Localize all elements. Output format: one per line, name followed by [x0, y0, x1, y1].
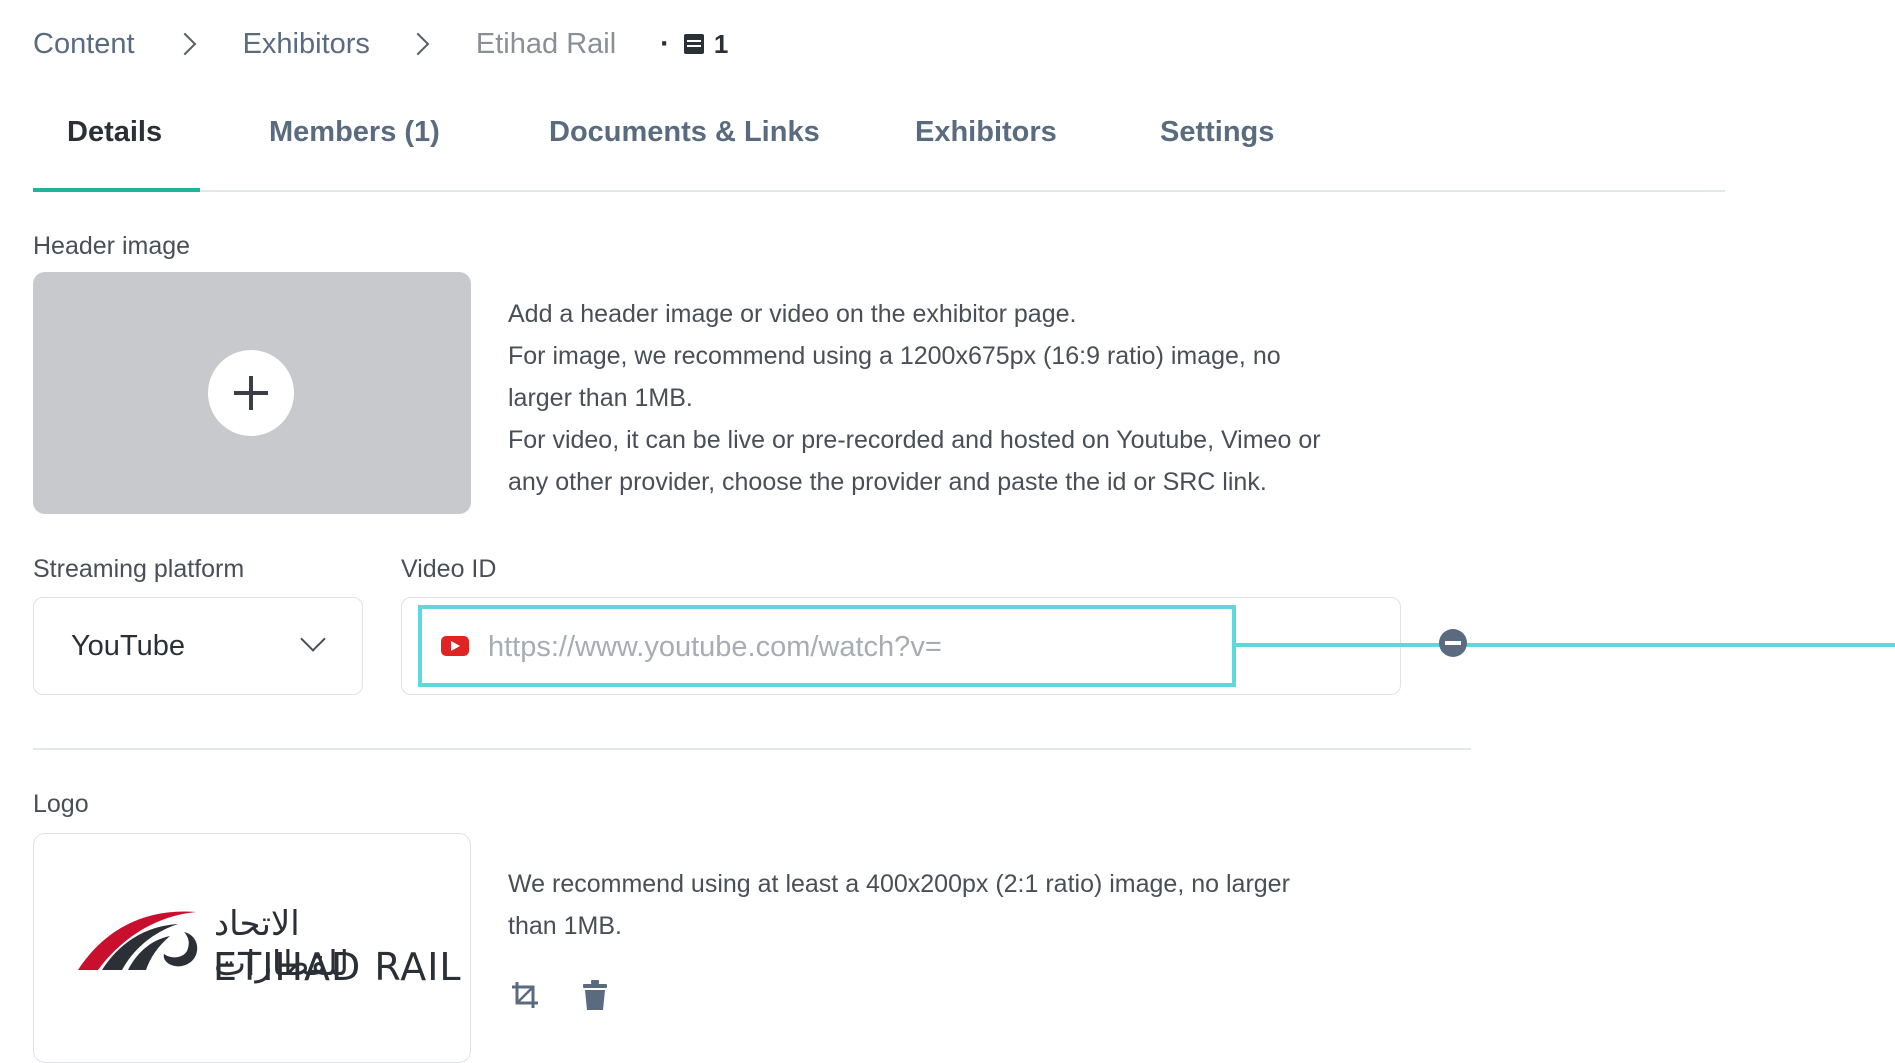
plus-icon[interactable]: [208, 350, 294, 436]
etihad-rail-logo-mark: [78, 911, 198, 970]
streaming-platform-label: Streaming platform: [33, 555, 245, 583]
breadcrumb-dot: ·: [660, 27, 670, 60]
description-line: any other provider, choose the provider …: [508, 468, 1267, 496]
trash-icon[interactable]: [582, 980, 608, 1010]
tab-documents-links[interactable]: Documents & Links: [549, 116, 820, 149]
logo-label: Logo: [33, 790, 89, 818]
chevron-right-icon: [173, 32, 196, 56]
section-divider: [33, 748, 1471, 750]
tab-bar: Details Members (1) Documents & Links Ex…: [33, 108, 1725, 192]
description-line: larger than 1MB.: [508, 384, 693, 412]
breadcrumb-exhibitors-link[interactable]: Exhibitors: [243, 28, 370, 61]
description-line: Add a header image or video on the exhib…: [508, 300, 1077, 328]
description-line: than 1MB.: [508, 912, 622, 940]
description-line: For image, we recommend using a 1200x675…: [508, 342, 1281, 370]
tab-exhibitors[interactable]: Exhibitors: [915, 116, 1057, 149]
streaming-platform-value: YouTube: [71, 630, 185, 662]
logo-latin-text: ETIHAD RAIL: [213, 945, 462, 989]
video-id-label: Video ID: [401, 555, 497, 583]
tab-details[interactable]: Details: [67, 116, 162, 149]
callout-line: [1236, 643, 1895, 647]
video-id-input[interactable]: [488, 625, 1208, 669]
chevron-down-icon: [300, 626, 326, 652]
tab-members[interactable]: Members (1): [269, 116, 440, 149]
list-icon: [683, 34, 704, 54]
tab-settings[interactable]: Settings: [1160, 116, 1274, 149]
logo-preview[interactable]: الاتحاد للقطارات ETIHAD RAIL: [33, 833, 471, 1063]
crop-icon[interactable]: [510, 980, 540, 1010]
header-image-label: Header image: [33, 232, 191, 260]
header-image-upload[interactable]: [33, 272, 471, 514]
header-image-description: Add a header image or video on the exhib…: [508, 293, 1321, 503]
info-icon[interactable]: [1439, 629, 1467, 657]
breadcrumb-content-link[interactable]: Content: [33, 28, 135, 61]
streaming-platform-select[interactable]: YouTube: [33, 597, 363, 695]
breadcrumb-current: Etihad Rail: [475, 27, 617, 60]
description-line: For video, it can be live or pre-recorde…: [508, 426, 1321, 454]
logo-description: We recommend using at least a 400x200px …: [508, 863, 1290, 947]
active-tab-indicator: [33, 188, 200, 192]
description-line: We recommend using at least a 400x200px …: [508, 870, 1290, 898]
youtube-icon: [441, 636, 469, 656]
chevron-right-icon: [406, 32, 430, 56]
item-count: 1: [713, 28, 729, 59]
breadcrumb: Content Exhibitors Etihad Rail · 1: [33, 24, 728, 64]
